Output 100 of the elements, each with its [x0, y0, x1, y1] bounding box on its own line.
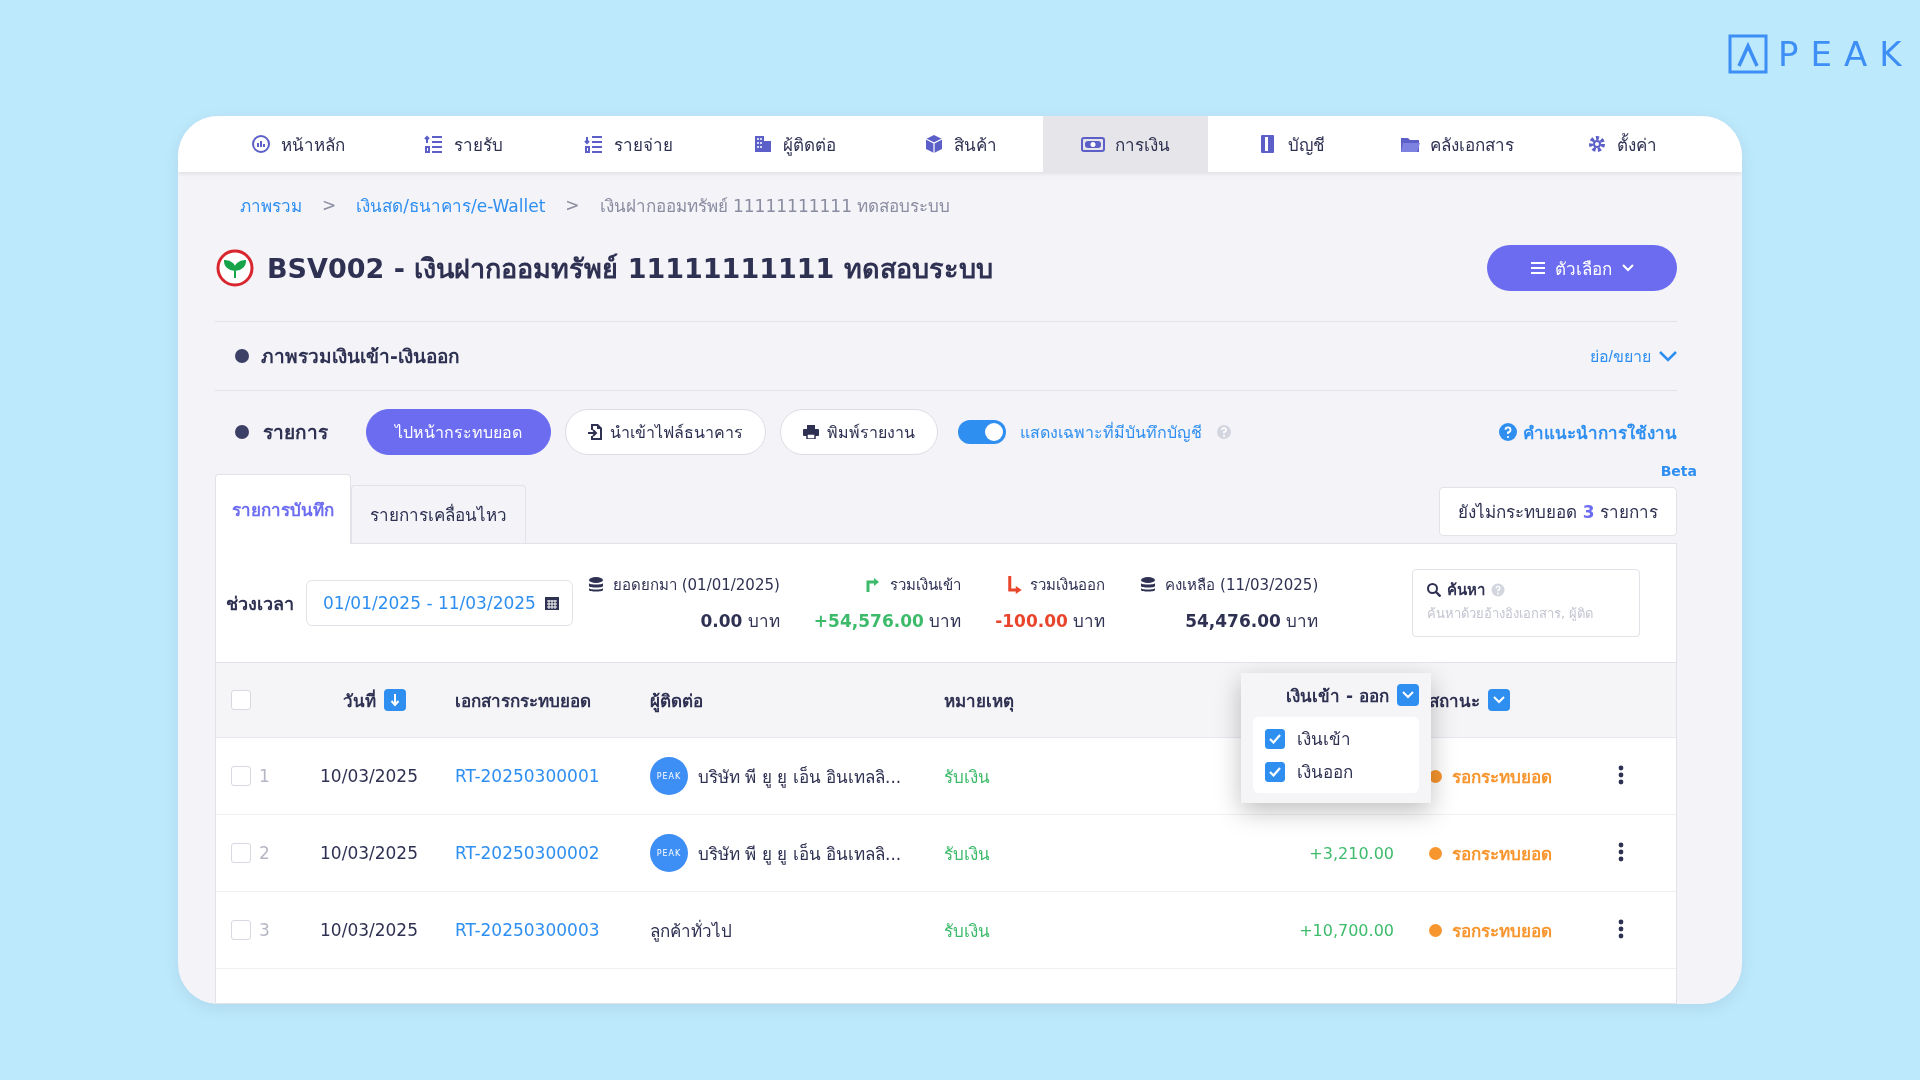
switch-label: แสดงเฉพาะที่มีบันทึกบัญชี: [1020, 421, 1202, 444]
import-button[interactable]: นำเข้าไฟล์ธนาคาร: [565, 409, 766, 455]
unreconciled-count: ยังไม่กระทบยอด 3 รายการ: [1439, 486, 1677, 536]
bullet-icon: [235, 349, 249, 363]
arrow-down-icon: [390, 693, 400, 707]
option-label: เงินเข้า: [1297, 728, 1351, 751]
nav-tab[interactable]: บัญชี: [1208, 116, 1374, 172]
more-icon: [1617, 764, 1624, 785]
date-cell: 10/03/2025: [320, 843, 418, 863]
date-cell: 10/03/2025: [320, 766, 418, 786]
options-button[interactable]: ตัวเลือก: [1487, 245, 1677, 291]
column-header: หมายเหตุ: [944, 689, 1014, 714]
total-amount: 0.00 บาท: [700, 609, 780, 633]
tab[interactable]: รายการบันทึก: [215, 474, 351, 544]
coins-icon: [586, 575, 605, 594]
bullet-icon: [235, 425, 249, 439]
file-import-icon: [588, 424, 602, 440]
total-amount: +54,576.00 บาท: [813, 609, 962, 633]
option-label: เงินออก: [1297, 761, 1353, 784]
more-icon: [1617, 918, 1624, 939]
breadcrumb-separator: >: [565, 195, 580, 215]
date-cell: 10/03/2025: [320, 920, 418, 940]
section-title: รายการ: [263, 420, 328, 445]
chevron-down-icon: [1621, 264, 1634, 272]
checkmark-icon: [1269, 733, 1281, 744]
amount-cell: +10,700.00: [1299, 920, 1394, 940]
print-button[interactable]: พิมพ์รายงาน: [780, 409, 938, 455]
checkmark-icon: [1269, 766, 1281, 777]
nav-tab[interactable]: สินค้า: [877, 116, 1043, 172]
breadcrumb-separator: >: [322, 195, 337, 215]
reconcile-button[interactable]: ไปหน้ากระทบยอด: [366, 409, 551, 455]
contact-cell-text: บริษัท พี ยู ยู เอ็น อินเทลลิ...: [698, 842, 902, 867]
sort-button[interactable]: [384, 689, 406, 711]
nav-tab[interactable]: การเงิน: [1042, 116, 1209, 172]
contact-avatar: PEAK: [650, 834, 688, 872]
gauge-icon: [250, 134, 271, 154]
checkbox[interactable]: [1265, 761, 1285, 782]
banknote-icon: [1081, 134, 1106, 154]
chevron-down-icon: [1402, 691, 1414, 699]
section-title: ภาพรวมเงินเข้า-เงินออก: [261, 344, 460, 369]
more-icon: [1617, 841, 1624, 862]
row-number: 3: [258, 920, 271, 940]
menu-icon: [1530, 262, 1545, 274]
note-cell-text: รับเงิน: [944, 765, 991, 789]
logo-text: PEAK: [1778, 34, 1914, 74]
toggle-switch[interactable]: [958, 420, 1006, 444]
column-header: สถานะ: [1429, 689, 1480, 713]
coins-icon: [1139, 575, 1158, 594]
building-icon: [752, 134, 773, 154]
beta-label: Beta: [1660, 463, 1697, 479]
column-header: เอกสารกระทบยอด: [455, 689, 591, 713]
nav-tab[interactable]: รายจ่าย: [546, 116, 712, 172]
tab[interactable]: รายการเคลื่อนไหว: [351, 485, 526, 543]
nav-tab[interactable]: ตั้งค่า: [1539, 116, 1706, 172]
help-icon: [1216, 424, 1232, 440]
contact-avatar: PEAK: [650, 757, 688, 795]
total-label: รวมเงินออก: [1030, 574, 1106, 596]
total-label: รวมเงินเข้า: [890, 574, 962, 596]
search-field[interactable]: ค้นหาด้วยอ้างอิงเอกสาร, ผู้ติด: [1427, 606, 1625, 621]
breadcrumb-current: เงินฝากออมทรัพย์ 11111111111 ทดสอบระบบ: [599, 194, 951, 218]
note-cell-text: รับเงิน: [944, 842, 991, 866]
search-label: ค้นหา: [1447, 580, 1485, 601]
status-dot: [1429, 923, 1442, 937]
status-label: รอกระทบยอด: [1452, 765, 1552, 789]
total-amount: -100.00 บาท: [995, 609, 1106, 633]
arrow-out-icon: [1008, 575, 1023, 594]
column-header: วันที่: [343, 688, 376, 713]
total-label: คงเหลือ (11/03/2025): [1165, 574, 1319, 596]
search-icon: [1427, 583, 1441, 597]
checkbox[interactable]: [1265, 728, 1285, 749]
nav-tab[interactable]: ผู้ติดต่อ: [711, 116, 878, 172]
logo-icon: [1728, 34, 1768, 74]
status-label: รอกระทบยอด: [1452, 919, 1552, 943]
column-header: เงินเข้า - ออก: [1286, 684, 1389, 708]
row-number: 2: [258, 843, 271, 863]
page-title: BSV002 - เงินฝากออมทรัพย์ 11111111111 ทดสอบระบบ: [267, 251, 994, 286]
cube-icon: [923, 134, 944, 154]
calendar-icon: [543, 595, 560, 611]
nav-tab[interactable]: หน้าหลัก: [215, 116, 381, 172]
contact-cell-text: บริษัท พี ยู ยู เอ็น อินเทลลิ...: [698, 765, 902, 790]
dropdown-toggle[interactable]: [1397, 684, 1419, 706]
nav-tab[interactable]: รายรับ: [380, 116, 547, 172]
chevron-down-icon: [1659, 350, 1677, 362]
list-icon: [584, 134, 605, 154]
nav-tab[interactable]: คลังเอกสาร: [1373, 116, 1540, 172]
help-icon: [1499, 423, 1517, 441]
column-header: ผู้ติดต่อ: [650, 689, 703, 714]
status-dot: [1429, 846, 1442, 860]
amount-cell: +3,210.00: [1309, 843, 1394, 863]
total-label: ยอดยกมา (01/01/2025): [612, 574, 780, 596]
contact-cell-text: ลูกค้าทั่วไป: [650, 918, 732, 944]
help-icon: [1491, 583, 1505, 597]
chevron-down-icon: [1493, 696, 1505, 704]
dropdown-toggle[interactable]: [1488, 689, 1510, 711]
bank-logo-icon: [215, 248, 255, 288]
row-number: 1: [258, 766, 271, 786]
total-amount: 54,476.00 บาท: [1185, 609, 1319, 633]
list-icon: [423, 134, 444, 154]
period-label: ช่วงเวลา: [226, 591, 294, 616]
note-cell-text: รับเงิน: [944, 919, 991, 943]
